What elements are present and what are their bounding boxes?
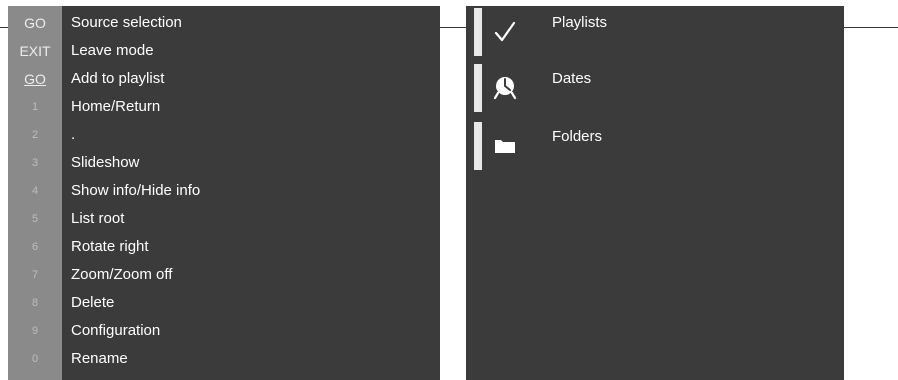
icon-frame bbox=[474, 8, 528, 56]
key-4: 4 bbox=[31, 185, 39, 197]
key-9: 9 bbox=[31, 325, 39, 337]
icon-frame bbox=[474, 64, 528, 112]
key-go: GO bbox=[24, 15, 46, 31]
legend-row-show-info: 4 Show info/Hide info bbox=[8, 177, 440, 205]
function-label: Configuration bbox=[71, 322, 161, 339]
icon-well bbox=[482, 64, 528, 112]
function-label: Add to playlist bbox=[71, 70, 165, 87]
menu-item-dates[interactable]: Dates bbox=[474, 64, 834, 112]
function-label: Rename bbox=[71, 350, 128, 367]
function-label: . bbox=[71, 126, 76, 143]
legend-row-home-return: 1 Home/Return bbox=[8, 93, 440, 121]
legend-row-configuration: 9 Configuration bbox=[8, 317, 440, 345]
right-connector-line bbox=[844, 27, 898, 28]
legend-row-source-selection: GO Source selection bbox=[8, 9, 440, 37]
legend-row-leave-mode: EXIT Leave mode bbox=[8, 37, 440, 65]
key-8: 8 bbox=[31, 297, 39, 309]
key-2: 2 bbox=[31, 129, 39, 141]
key-7: 7 bbox=[31, 269, 39, 281]
function-label: Rotate right bbox=[71, 238, 149, 255]
legend-row-delete: 8 Delete bbox=[8, 289, 440, 317]
function-label: Delete bbox=[71, 294, 115, 311]
menu-item-folders[interactable]: Folders bbox=[474, 122, 834, 170]
icon-well bbox=[482, 8, 528, 56]
legend-row-slideshow: 3 Slideshow bbox=[8, 149, 440, 177]
key-1: 1 bbox=[31, 101, 39, 113]
folder-icon bbox=[495, 140, 515, 153]
function-label: Leave mode bbox=[71, 42, 154, 59]
function-label: Source selection bbox=[71, 14, 182, 31]
legend-row-rename: 0 Rename bbox=[8, 345, 440, 373]
legend-row-key-2: 2 . bbox=[8, 121, 440, 149]
legend-row-add-to-playlist: GO Add to playlist bbox=[8, 65, 440, 93]
menu-item-playlists[interactable]: Playlists bbox=[474, 8, 834, 56]
middle-connector-line bbox=[440, 27, 466, 28]
function-label: Zoom/Zoom off bbox=[71, 266, 173, 283]
checkmark-icon bbox=[494, 21, 516, 42]
key-5: 5 bbox=[31, 213, 39, 225]
menu-label-folders: Folders bbox=[552, 128, 603, 145]
legend-row-list-root: 5 List root bbox=[8, 205, 440, 233]
clock-icon bbox=[493, 77, 517, 100]
legend-row-zoom: 7 Zoom/Zoom off bbox=[8, 261, 440, 289]
legend-row-rotate-right: 6 Rotate right bbox=[8, 233, 440, 261]
menu-label-playlists: Playlists bbox=[552, 14, 608, 31]
icon-frame bbox=[474, 122, 528, 170]
menu-label-dates: Dates bbox=[552, 70, 592, 87]
key-6: 6 bbox=[31, 241, 39, 253]
left-connector-line bbox=[0, 27, 8, 28]
function-label: Show info/Hide info bbox=[71, 182, 201, 199]
key-legend-panel: GO Source selection EXIT Leave mode GO A… bbox=[8, 6, 440, 380]
icon-well bbox=[482, 122, 528, 170]
key-0: 0 bbox=[31, 353, 39, 365]
function-label: Home/Return bbox=[71, 98, 161, 115]
key-go-underlined: GO bbox=[8, 65, 62, 93]
key-go-text: GO bbox=[24, 71, 46, 87]
function-label: List root bbox=[71, 210, 125, 227]
key-3: 3 bbox=[31, 157, 39, 169]
function-label: Slideshow bbox=[71, 154, 140, 171]
menu-panel: Playlists Dates Folders bbox=[466, 6, 844, 380]
key-exit: EXIT bbox=[19, 43, 51, 59]
